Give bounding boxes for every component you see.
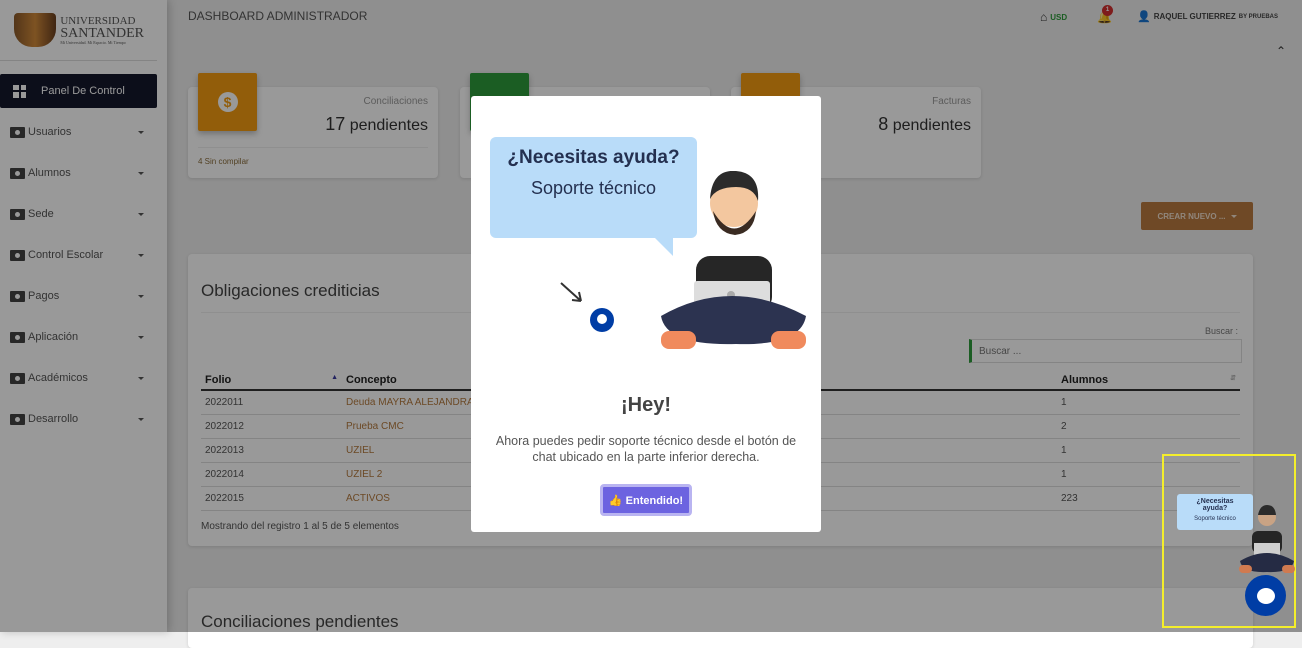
widget-question: ¿Necesitas ayuda?: [1196, 498, 1234, 512]
support-modal: ¿Necesitas ayuda? Soporte técnico ¡Hey! …: [471, 96, 821, 532]
chat-widget-character: [1239, 505, 1295, 573]
thumbs-up-icon: 👍: [608, 494, 623, 507]
understood-button[interactable]: 👍 Entendido!: [600, 484, 692, 516]
bubble-question: ¿Necesitas ayuda?: [507, 147, 680, 168]
modal-title: ¡Hey!: [620, 394, 671, 416]
modal-message: Ahora puedes pedir soporte técnico desde…: [495, 434, 797, 464]
chat-button[interactable]: [1245, 575, 1286, 616]
support-person-illustration: [560, 171, 806, 349]
chat-bubble-icon: [1256, 587, 1275, 604]
